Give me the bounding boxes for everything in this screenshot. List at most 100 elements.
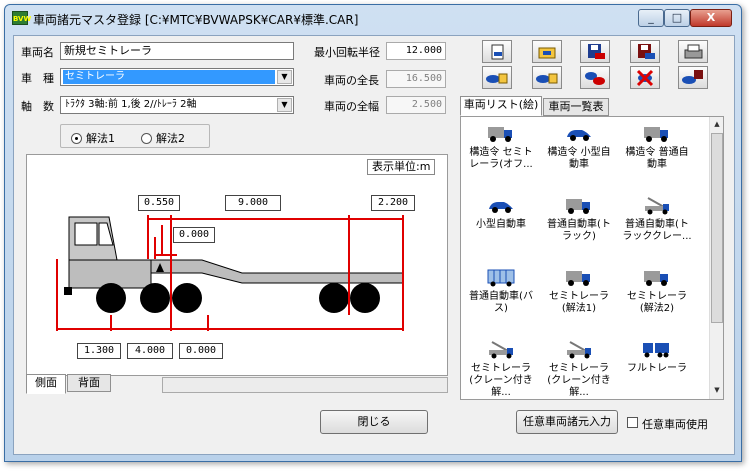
tab-side-view[interactable]: 側面 (26, 374, 66, 394)
save-as-button[interactable] (630, 40, 660, 63)
method-1-radio[interactable]: 解法1 (71, 130, 115, 146)
new-vehicle-button[interactable] (482, 40, 512, 63)
vehicle-list-item[interactable]: 構造令 小型自動車 (543, 123, 615, 171)
dim-kingpin-offset[interactable]: 0.000 (173, 227, 215, 243)
min-radius-input[interactable]: 12.000 (386, 42, 446, 60)
import-car-button[interactable] (532, 66, 562, 89)
diagram-scrollbar[interactable] (162, 377, 448, 393)
vehicle-item-label: セミトレーラ(解法2) (627, 291, 687, 314)
vehicle-list-item[interactable]: 普通自動車(バス) (465, 267, 537, 315)
tab-vehicle-table[interactable]: 車両一覧表 (543, 98, 609, 116)
axle-count-value: ﾄﾗｸﾀ 3軸:前 1,後 2//ﾄﾚｰﾗ 2軸 (65, 99, 197, 110)
vehicle-list-item[interactable]: フルトレーラ (621, 339, 693, 375)
total-width-label: 車両の全幅 (324, 100, 379, 113)
add-car-button[interactable] (482, 66, 512, 89)
dim-tractor-rear[interactable]: 0.000 (179, 343, 223, 359)
vehicle-icon-list: 構造令 セミトレーラ(オフ... 構造令 小型自動車 構造令 普通自動車 小型自動車普… (460, 116, 724, 400)
vehicle-list-scrollbar[interactable]: ▲ ▼ (709, 117, 723, 399)
vehicle-item-label: セミトレーラ(解法1) (549, 291, 609, 314)
title-bar[interactable]: BVW 車両諸元マスタ登録 [C:¥MTC¥BVWAPSK¥CAR¥標準.CAR… (5, 5, 741, 31)
gray-truck-icon (621, 267, 693, 287)
window-title: 車両諸元マスタ登録 [C:¥MTC¥BVWAPSK¥CAR¥標準.CAR] (33, 13, 359, 27)
tab-vehicle-icons[interactable]: 車両リスト(絵) (460, 96, 542, 116)
custom-vehicle-input-button[interactable]: 任意車両諸元入力 (516, 410, 618, 434)
method-1-label: 解法1 (86, 132, 115, 145)
scroll-thumb[interactable] (711, 133, 723, 323)
vehicle-item-label: 普通自動車(トラッククレー... (622, 219, 692, 242)
vehicle-list-item[interactable]: 小型自動車 (465, 195, 537, 231)
save-button[interactable] (580, 40, 610, 63)
chevron-down-icon[interactable]: ▼ (277, 70, 292, 84)
vehicle-item-label: 構造令 セミトレーラ(オフ... (469, 147, 533, 170)
vehicle-name-label: 車両名 (21, 46, 54, 59)
app-logo-icon: BVW (12, 11, 31, 25)
radio-dot-icon (141, 132, 152, 144)
full-trailer-icon (621, 339, 693, 359)
vehicle-type-select[interactable]: セミトレーラ ▼ (60, 68, 294, 86)
vehicle-diagram-panel: 表示単位:m 0.550 9.000 2.200 0.000 1.300 4.0… (26, 154, 448, 376)
custom-vehicle-checkbox[interactable] (627, 417, 638, 428)
bus-icon (465, 267, 537, 287)
vehicle-item-label: セミトレーラ(クレーン付き解... (547, 363, 611, 398)
vehicle-item-label: 構造令 普通自動車 (625, 147, 689, 170)
vehicle-item-label: 小型自動車 (476, 219, 526, 230)
close-button[interactable]: 閉じる (320, 410, 428, 434)
vehicle-name-input[interactable]: 新規セミトレーラ (60, 42, 294, 60)
vehicle-list-item[interactable]: 構造令 普通自動車 (621, 123, 693, 171)
axle-count-label: 軸 数 (21, 100, 54, 113)
axle-count-select[interactable]: ﾄﾗｸﾀ 3軸:前 1,後 2//ﾄﾚｰﾗ 2軸 ▼ (60, 96, 294, 114)
minimize-button[interactable]: _ (638, 9, 664, 27)
delete-car-button[interactable] (630, 66, 660, 89)
dim-tractor-wheelbase[interactable]: 4.000 (127, 343, 173, 359)
dim-trailer-wheelbase[interactable]: 9.000 (225, 195, 281, 211)
gray-truck-icon (543, 195, 615, 215)
app-window: BVW 車両諸元マスタ登録 [C:¥MTC¥BVWAPSK¥CAR¥標準.CAR… (4, 4, 742, 462)
export-car-button[interactable] (678, 66, 708, 89)
vehicle-list-item[interactable]: セミトレーラ(解法2) (621, 267, 693, 315)
method-group: 解法1 解法2 (60, 124, 210, 148)
dim-front-overhang[interactable]: 0.550 (138, 195, 180, 211)
maximize-button[interactable]: □ (664, 9, 690, 27)
open-folder-button[interactable] (532, 40, 562, 63)
vehicle-item-label: 構造令 小型自動車 (547, 147, 611, 170)
min-radius-label: 最小回転半径 (314, 46, 380, 59)
vehicle-list-item[interactable]: 構造令 セミトレーラ(オフ... (465, 123, 537, 171)
vehicle-list-item[interactable]: セミトレーラ(解法1) (543, 267, 615, 315)
close-window-button[interactable]: X (690, 9, 732, 27)
vehicle-item-label: 普通自動車(バス) (469, 291, 533, 314)
total-length-label: 車両の全長 (324, 74, 379, 87)
truck-side-diagram (56, 215, 404, 331)
vehicle-item-label: フルトレーラ (627, 363, 687, 374)
copy-car-button[interactable] (580, 66, 610, 89)
custom-vehicle-label: 任意車両使用 (642, 418, 708, 431)
vehicle-type-value: セミトレーラ (63, 70, 275, 84)
method-2-radio[interactable]: 解法2 (141, 130, 185, 146)
vehicle-type-label: 車 種 (21, 72, 54, 85)
total-width-input[interactable]: 2.500 (386, 96, 446, 114)
gray-truck-icon (465, 123, 537, 143)
total-length-input[interactable]: 16.500 (386, 70, 446, 88)
gray-truck-icon (621, 123, 693, 143)
chevron-down-icon[interactable]: ▼ (277, 98, 292, 112)
crane-truck-icon (621, 195, 693, 215)
dialog-body: 車両名 新規セミトレーラ 車 種 セミトレーラ ▼ 軸 数 ﾄﾗｸﾀ 3軸:前 … (13, 35, 735, 455)
vehicle-list-item[interactable]: セミトレーラ(クレーン付き解... (465, 339, 537, 399)
scroll-down-icon[interactable]: ▼ (710, 383, 724, 397)
vehicle-list-item[interactable]: 普通自動車(トラック) (543, 195, 615, 243)
radio-dot-icon (71, 132, 82, 144)
scroll-up-icon[interactable]: ▲ (710, 117, 724, 131)
crane-truck-icon (465, 339, 537, 359)
vehicle-item-label: セミトレーラ(クレーン付き解... (469, 363, 533, 398)
vehicle-list-item[interactable]: 普通自動車(トラッククレー... (621, 195, 693, 243)
gray-truck-icon (543, 267, 615, 287)
tab-back-view[interactable]: 背面 (67, 374, 111, 392)
method-2-label: 解法2 (156, 132, 185, 145)
crane-truck-icon (543, 339, 615, 359)
vehicle-list-item[interactable]: セミトレーラ(クレーン付き解... (543, 339, 615, 399)
blue-car-icon (543, 123, 615, 143)
dim-tractor-front[interactable]: 1.300 (77, 343, 121, 359)
dim-rear-overhang[interactable]: 2.200 (371, 195, 415, 211)
vehicle-item-label: 普通自動車(トラック) (547, 219, 611, 242)
print-button[interactable] (678, 40, 708, 63)
blue-car-icon (465, 195, 537, 215)
